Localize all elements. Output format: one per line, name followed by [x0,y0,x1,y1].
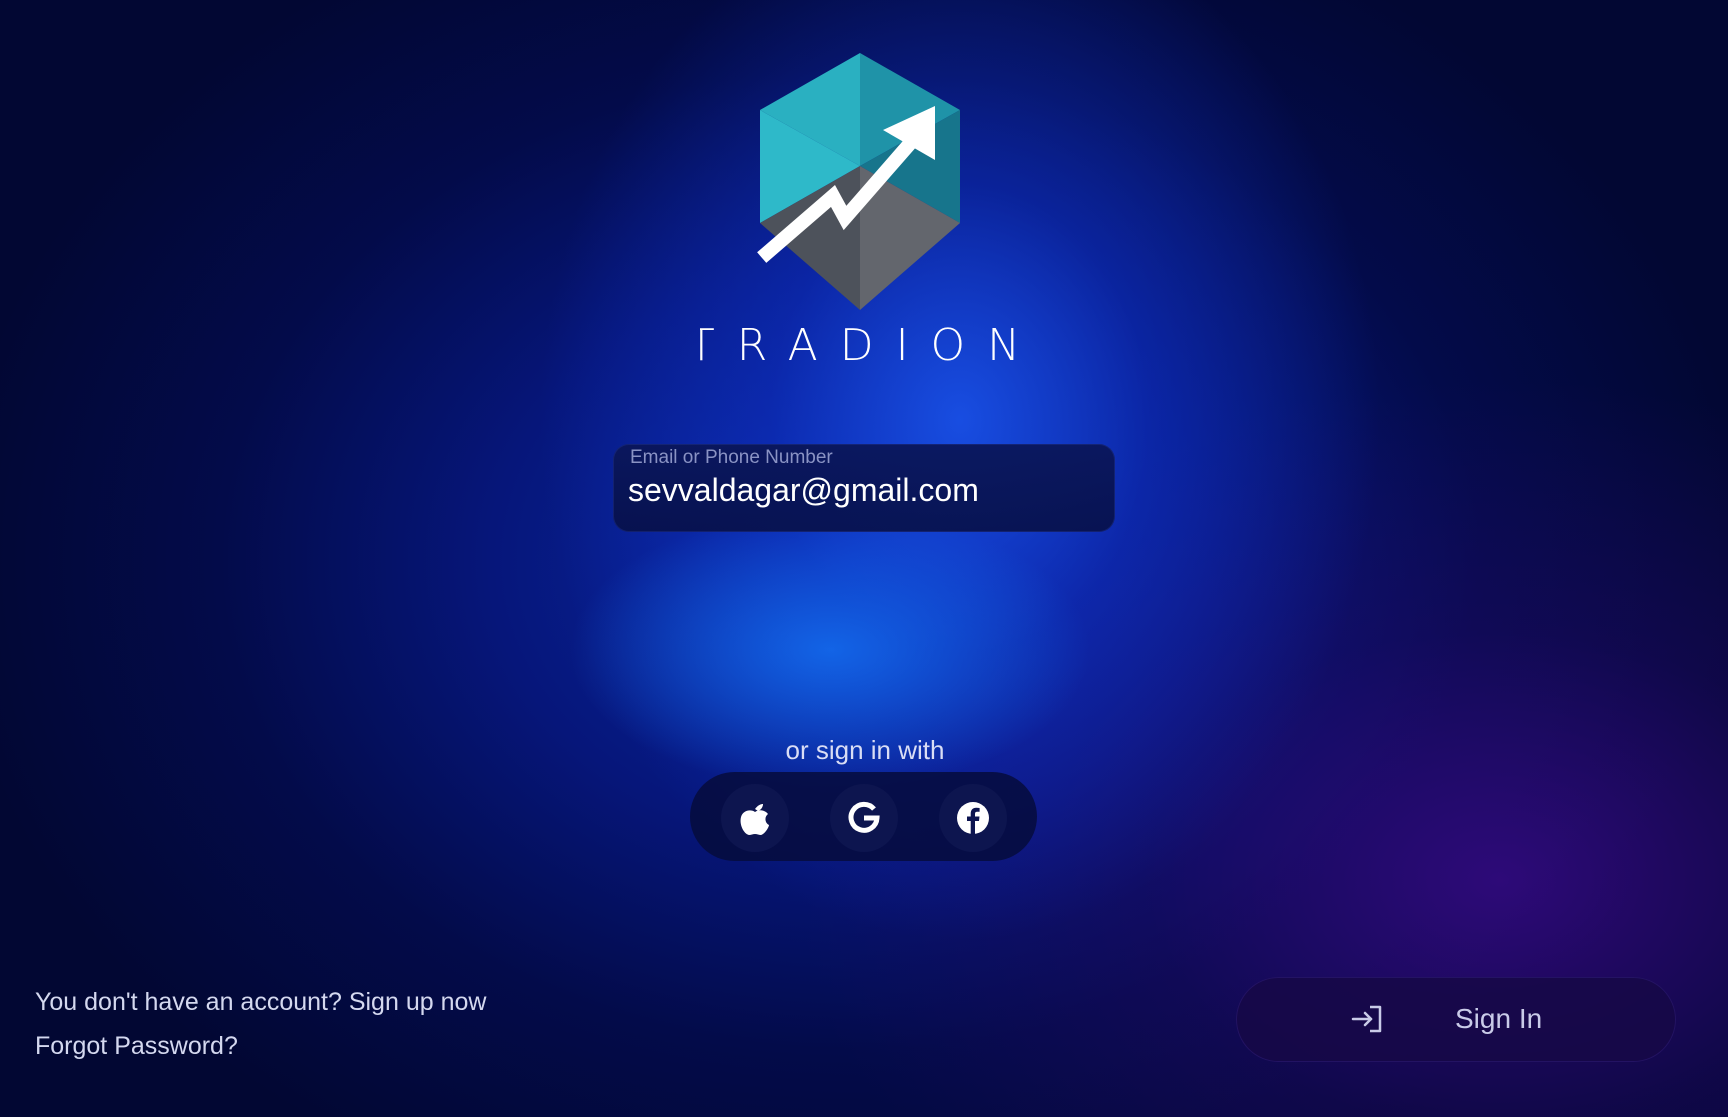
facebook-icon [957,802,989,835]
email-field-label: Email or Phone Number [630,447,833,468]
google-signin-button[interactable] [830,784,898,852]
apple-icon [740,804,769,835]
google-icon [848,801,880,833]
signup-link[interactable]: You don't have an account? Sign up now [35,988,486,1017]
tradion-logo-icon [757,53,960,310]
social-login-bar [690,772,1037,861]
signin-button-label: Sign In [1455,1003,1543,1034]
social-signin-caption: or sign in with [785,735,945,765]
svg-text:TRADION: TRADION [700,320,1030,368]
signin-button[interactable]: Sign In [1236,977,1676,1062]
apple-signin-button[interactable] [721,784,789,852]
facebook-signin-button[interactable] [939,784,1007,852]
email-input[interactable] [628,470,1098,510]
email-field[interactable]: Email or Phone Number [613,444,1115,532]
forgot-password-link[interactable]: Forgot Password? [35,1032,238,1061]
login-arrow-icon [1351,1005,1382,1033]
brand-wordmark: TRADION [700,320,1030,368]
